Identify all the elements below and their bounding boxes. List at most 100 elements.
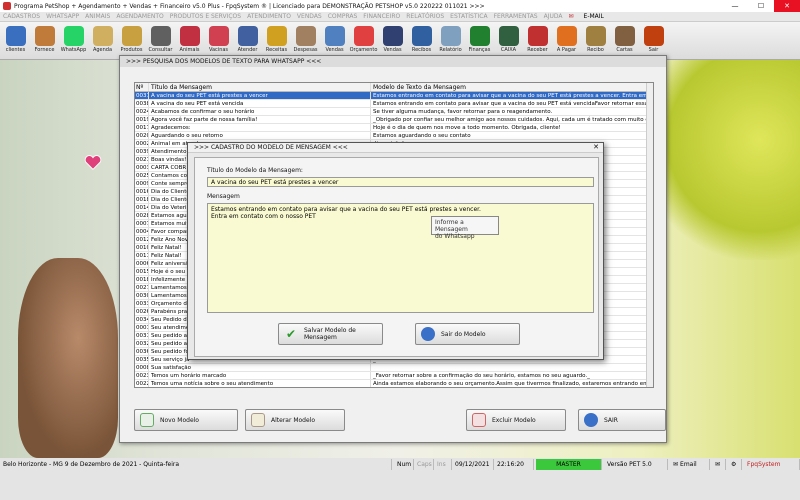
table-row[interactable]: 0019 Agora você faz parte de nossa famíli… [135,116,653,124]
menu-item-ajuda[interactable]: AJUDA [544,13,563,20]
toolbar-button-1[interactable]: Fornece [31,24,58,58]
status-settings-icon[interactable]: ⚙ [728,459,742,470]
status-email[interactable]: ✉ Email [670,459,710,470]
row-number: 0014 [136,204,149,211]
message-line-1: Estamos entrando em contato para avisar … [211,206,481,213]
toolbar-button-0[interactable]: clientes [2,24,29,58]
toolbar-icon-1 [34,26,55,46]
toolbar-label-7: Vacinas [208,47,229,53]
toolbar-button-10[interactable]: Despesas [292,24,319,58]
message-tooltip: Informe a Mensagem do Whatsapp [431,216,499,240]
close-button[interactable]: ✕ [774,0,800,12]
delete-template-button[interactable]: Excluir Modelo [466,409,566,431]
menu-item-animais[interactable]: ANIMAIS [85,13,110,20]
table-row[interactable]: 0022 Temos uma notícia sobre o seu atendi… [135,380,653,387]
col-header-number[interactable]: Nº [135,83,149,91]
toolbar-label-1: Fornece [34,47,55,53]
toolbar-button-16[interactable]: Finanças [466,24,493,58]
edit-template-label: Alterar Modelo [271,416,316,424]
table-row[interactable]: 0020 Aguardando o seu retorno Estamos agua… [135,132,653,140]
row-title: Acabamos de confirmar o seu horário [149,108,371,115]
toolbar-button-11[interactable]: Vendas [321,24,348,58]
menu-item-compras[interactable]: COMPRAS [328,13,358,20]
toolbar-button-6[interactable]: Animais [176,24,203,58]
menu-item-whatsapp[interactable]: WHATSAPP [46,13,79,20]
toolbar-button-13[interactable]: Vendas [379,24,406,58]
status-envelope-icon[interactable]: ✉ [712,459,726,470]
toolbar-button-2[interactable]: WhatsApp [60,24,87,58]
email-icon[interactable]: ✉ [569,13,574,20]
table-row[interactable]: 0008 Sua satisfação [135,364,653,372]
edit-template-button[interactable]: Alterar Modelo [245,409,345,431]
row-number: 0031 [136,332,149,339]
row-number: 0036 [136,348,149,355]
toolbar-button-8[interactable]: Atender [234,24,261,58]
menu-item-relatorios[interactable]: RELATÓRIOS [406,13,444,20]
toolbar-button-12[interactable]: Orçamento [350,24,377,58]
toolbar-button-21[interactable]: Cartas [611,24,638,58]
col-header-title[interactable]: Título da Mensagem [149,83,371,91]
row-number: 0015 [136,268,149,275]
exit-button[interactable]: SAIR [578,409,666,431]
menu-item-estatistica[interactable]: ESTATÍSTICA [450,13,487,20]
save-model-button[interactable]: ✔ Salvar Modelo de Mensagem [278,323,383,345]
exit-model-button[interactable]: Sair do Modelo [415,323,520,345]
message-line-2: Entra em contato com o nosso PET [211,213,316,220]
row-number: 0018 [136,276,149,283]
toolbar-icon-13 [382,26,403,46]
menu-item-atendimento[interactable]: ATENDIMENTO [247,13,291,20]
menu-item-email[interactable]: E-MAIL [584,13,604,20]
grid-vertical-scrollbar[interactable] [646,83,653,387]
toolbar-button-9[interactable]: Receitas [263,24,290,58]
checkmark-icon: ✔ [285,327,297,341]
row-number: 0026 [136,308,149,315]
model-title-input[interactable]: A vacina do seu PET está prestes a vence… [207,177,594,187]
row-number: 0037 [136,92,149,99]
dialog-close-icon[interactable]: ✕ [593,143,599,151]
row-model: Estamos aguardando o seu contato [373,132,471,139]
toolbar-icon-14 [411,26,432,46]
table-row[interactable]: 0024 Acabamos de confirmar o seu horário S… [135,108,653,116]
menu-item-vendas[interactable]: VENDAS [297,13,322,20]
message-textarea[interactable]: Estamos entrando em contato para avisar … [207,203,594,313]
toolbar-button-5[interactable]: Consultar [147,24,174,58]
toolbar-button-22[interactable]: Sair [640,24,667,58]
row-model: Ainda estamos elaborando o seu orçamento… [373,380,653,387]
toolbar-button-15[interactable]: Relatório [437,24,464,58]
menu-item-cadastros[interactable]: CADASTROS [3,13,40,20]
toolbar-button-18[interactable]: Receber [524,24,551,58]
table-row[interactable]: 0023 Temos um horário marcado _Favor retor… [135,372,653,380]
minimize-button[interactable]: — [722,0,748,12]
row-model [371,364,653,371]
col-header-model[interactable]: Modelo de Texto da Mensagem [371,83,653,91]
toolbar-label-11: Vendas [325,47,344,53]
row-number: 0021 [136,156,149,163]
window-titlebar: Programa PetShop + Agendamento + Vendas … [0,0,800,12]
table-row[interactable]: 0017 Agradecemos: Hoje é o dia de quem nos… [135,124,653,132]
toolbar-button-14[interactable]: Recibos [408,24,435,58]
toolbar-button-17[interactable]: CAIXA [495,24,522,58]
menu-item-produtos[interactable]: PRODUTOS E SERVIÇOS [170,13,241,20]
row-number: 0022 [136,380,149,387]
toolbar-icon-19 [556,26,577,46]
table-row[interactable]: 0037 A vacina do seu PET está prestes a v… [135,92,653,100]
maximize-button[interactable]: ☐ [748,0,774,12]
row-number: 0002 [136,140,149,147]
toolbar-button-19[interactable]: A Pagar [553,24,580,58]
toolbar-button-7[interactable]: Vacinas [205,24,232,58]
menu-item-agendamento[interactable]: AGENDAMENTO [116,13,163,20]
new-template-button[interactable]: Novo Modelo [134,409,238,431]
exit-label: SAIR [604,416,618,424]
toolbar-button-20[interactable]: Recibo [582,24,609,58]
toolbar-icon-22 [643,26,664,46]
app-icon [3,2,11,10]
toolbar-button-3[interactable]: Agenda [89,24,116,58]
row-model: _Favor retornar sobre a confirmação do s… [373,372,590,379]
toolbar-button-4[interactable]: Produtos [118,24,145,58]
menu-item-ferramentas[interactable]: FERRAMENTAS [494,13,538,20]
heart-icon [84,155,102,170]
table-row[interactable]: 0038 A vacina do seu PET está vencida Esta… [135,100,653,108]
menu-item-financeiro[interactable]: FINANCEIRO [363,13,400,20]
toolbar-icon-9 [266,26,287,46]
toolbar-icon-0 [5,26,26,46]
